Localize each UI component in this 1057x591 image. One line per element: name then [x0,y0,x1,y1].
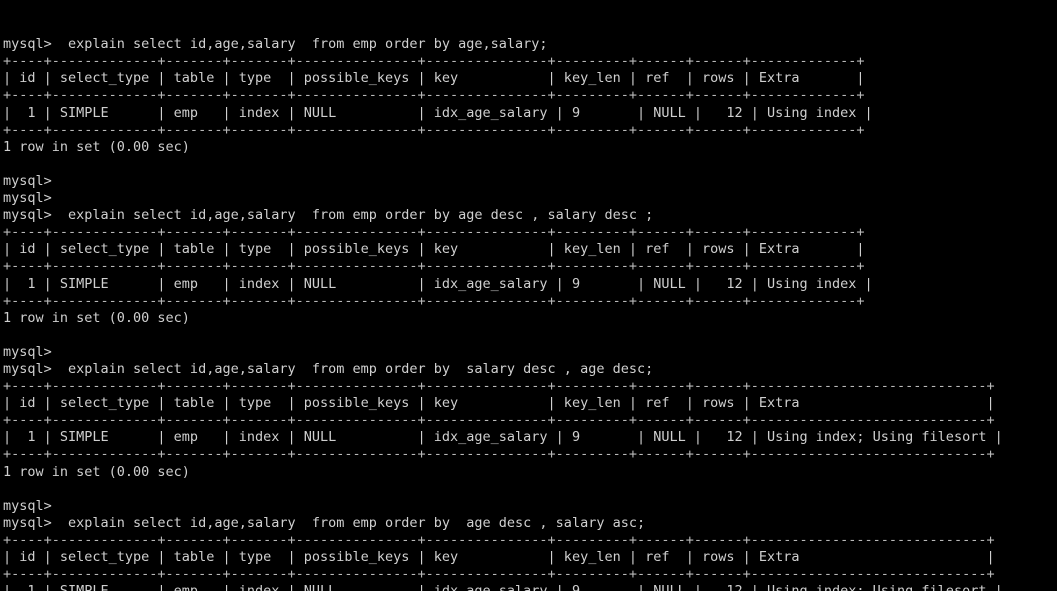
terminal-line: mysql> explain select id,age,salary from… [3,360,654,377]
terminal-line: +----+-------------+-------+-------+----… [3,292,865,309]
terminal-screen[interactable]: mysql> explain select id,age,salary from… [0,0,1057,591]
terminal-line: | id | select_type | table | type | poss… [3,70,865,87]
terminal-line: | id | select_type | table | type | poss… [3,395,995,412]
terminal-line: mysql> [3,343,52,360]
terminal-line: +----+-------------+-------+-------+----… [3,412,995,429]
terminal-line: +----+-------------+-------+-------+----… [3,446,995,463]
terminal-line: 1 row in set (0.00 sec) [3,463,190,480]
terminal-line: mysql> explain select id,age,salary from… [3,207,654,224]
terminal-line: +----+-------------+-------+-------+----… [3,378,995,395]
terminal-line: | id | select_type | table | type | poss… [3,549,995,565]
terminal-line: +----+-------------+-------+-------+----… [3,566,995,583]
terminal-line: mysql> [3,172,52,189]
terminal-line: mysql> [3,497,52,514]
terminal-line: +----+-------------+-------+-------+----… [3,53,865,70]
terminal-line: | id | select_type | table | type | poss… [3,241,865,258]
terminal-line: | 1 | SIMPLE | emp | index | NULL | idx_… [3,429,1003,446]
terminal-line: 1 row in set (0.00 sec) [3,138,190,155]
terminal-line: +----+-------------+-------+-------+----… [3,224,865,241]
terminal-line: +----+-------------+-------+-------+----… [3,121,865,138]
terminal-line: mysql> explain select id,age,salary from… [3,514,646,531]
terminal-line: mysql> explain select id,age,salary from… [3,36,548,53]
terminal-line: | 1 | SIMPLE | emp | index | NULL | idx_… [3,583,1057,591]
terminal-line: mysql> [3,190,52,207]
terminal-line: +----+-------------+-------+-------+----… [3,258,865,275]
terminal-output-buffer: mysql> explain select id,age,salary from… [3,36,1057,591]
terminal-line: | 1 | SIMPLE | emp | index | NULL | idx_… [3,104,873,121]
terminal-line: 1 row in set (0.00 sec) [3,309,190,326]
terminal-line: +----+-------------+-------+-------+----… [3,531,995,548]
terminal-line: +----+-------------+-------+-------+----… [3,87,865,104]
terminal-line: | 1 | SIMPLE | emp | index | NULL | idx_… [3,275,873,292]
